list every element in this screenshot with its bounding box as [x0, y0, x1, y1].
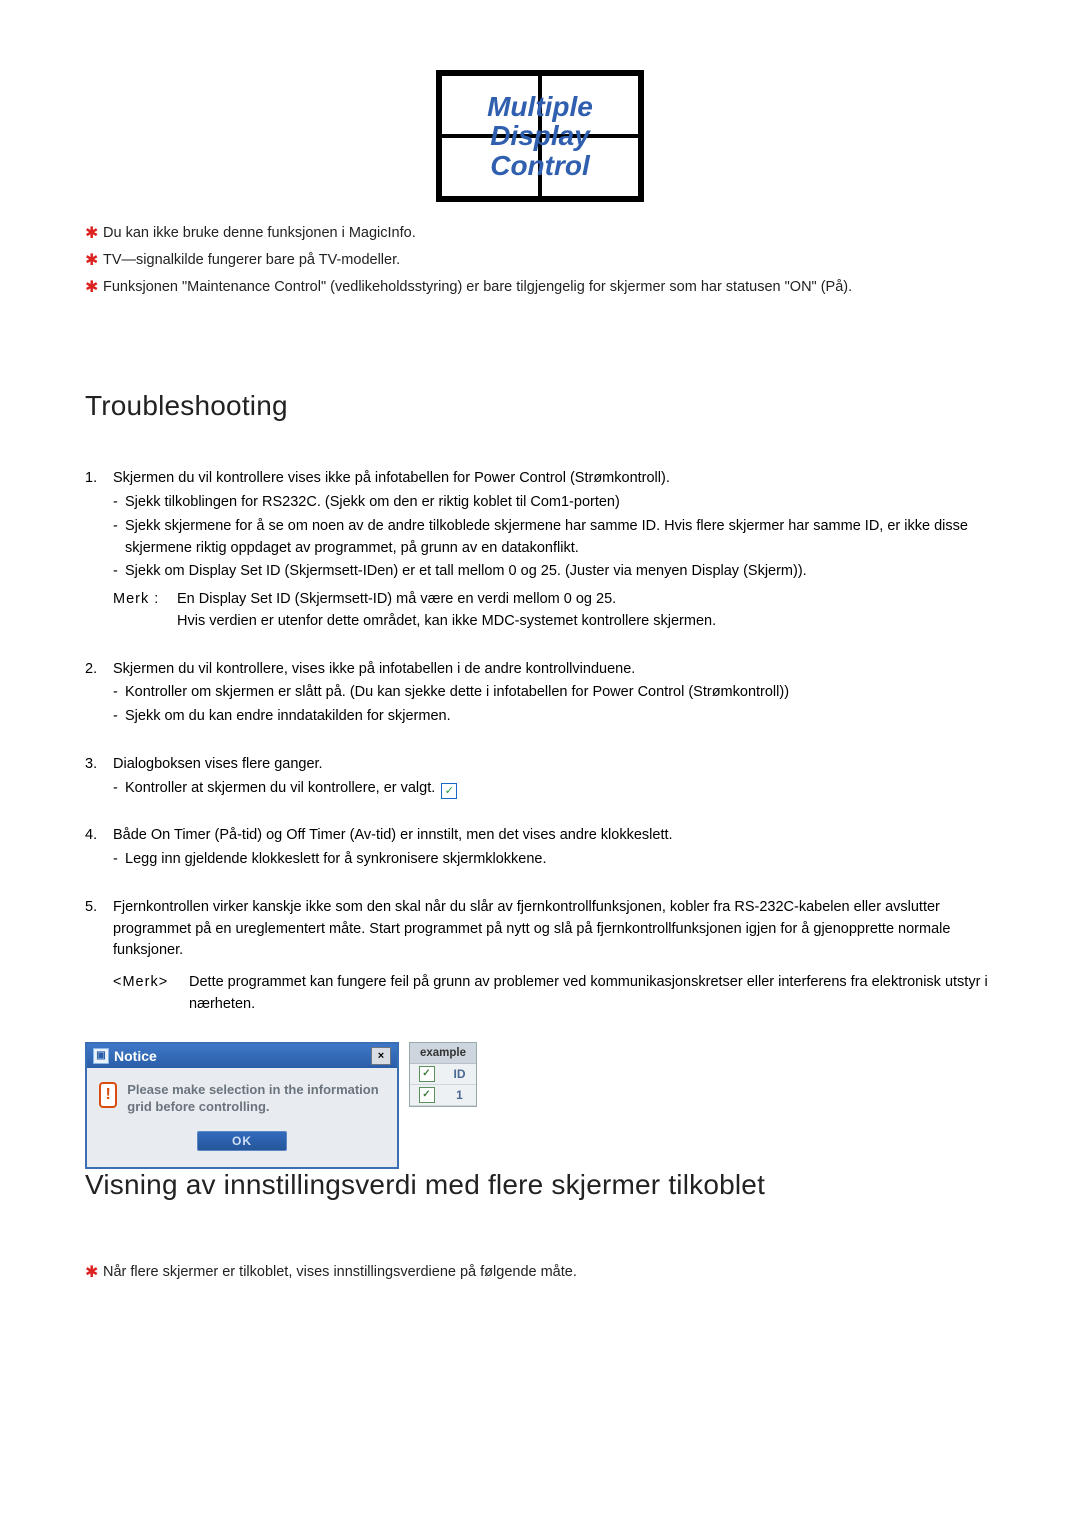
close-button[interactable]: × [371, 1047, 391, 1065]
sub-text: Sjekk tilkoblingen for RS232C. (Sjekk om… [125, 492, 620, 514]
dialog-message: Please make selection in the information… [127, 1082, 385, 1116]
star-text: Du kan ikke bruke denne funksjonen i Mag… [103, 222, 995, 247]
item-number: 2. [85, 659, 113, 728]
dash-icon: - [113, 516, 125, 560]
sub-point: -Sjekk tilkoblingen for RS232C. (Sjekk o… [113, 492, 995, 514]
item-number: 5. [85, 897, 113, 1016]
star-icon: ✱ [85, 276, 103, 301]
list-item: 5. Fjernkontrollen virker kanskje ikke s… [85, 897, 995, 1016]
sub-text-inner: Kontroller at skjermen du vil kontroller… [125, 780, 435, 796]
heading-troubleshooting: Troubleshooting [85, 390, 995, 422]
logo-cell [440, 136, 540, 198]
star-text: Funksjonen "Maintenance Control" (vedlik… [103, 276, 995, 301]
item-lead: Fjernkontrollen virker kanskje ikke som … [113, 897, 995, 962]
star-text: Når flere skjermer er tilkoblet, vises i… [103, 1261, 995, 1286]
logo-grid: Multiple Display Control [436, 70, 644, 202]
merk-row: Merk : En Display Set ID (Skjermsett-ID)… [113, 589, 995, 633]
document-page: Multiple Display Control ✱ Du kan ikke b… [0, 0, 1080, 1436]
item-lead: Skjermen du vil kontrollere vises ikke p… [113, 468, 995, 490]
sub-text: Sjekk om du kan endre inndatakilden for … [125, 706, 451, 728]
list-item: 2. Skjermen du vil kontrollere, vises ik… [85, 659, 995, 728]
item-lead: Dialogboksen vises flere ganger. [113, 754, 995, 776]
app-icon: ▣ [93, 1048, 109, 1064]
side-panel-head: example [410, 1043, 476, 1064]
dash-icon: - [113, 561, 125, 583]
item-number: 3. [85, 754, 113, 800]
side-panel-data-row: ✓ 1 [410, 1085, 476, 1106]
note-label: <Merk> [113, 972, 189, 1016]
item-body: Skjermen du vil kontrollere, vises ikke … [113, 659, 995, 728]
ok-button[interactable]: OK [197, 1131, 287, 1151]
sub-point: -Sjekk om Display Set ID (Skjermsett-IDe… [113, 561, 995, 583]
sub-text: Sjekk skjermene for å se om noen av de a… [125, 516, 995, 560]
star-item: ✱ Du kan ikke bruke denne funksjonen i M… [85, 222, 995, 247]
numbered-list: 1. Skjermen du vil kontrollere vises ikk… [85, 468, 995, 1015]
logo-cell [540, 136, 640, 198]
example-side-panel: example ✓ ID ✓ 1 [409, 1042, 477, 1107]
logo-cell [440, 74, 540, 136]
item-body: Fjernkontrollen virker kanskje ikke som … [113, 897, 995, 1016]
sub-point: -Kontroller om skjermen er slått på. (Du… [113, 682, 995, 704]
sub-point: -Sjekk om du kan endre inndatakilden for… [113, 706, 995, 728]
dialog-titlebar: ▣ Notice × [87, 1044, 397, 1068]
header-id-cell: ID [443, 1067, 476, 1081]
notice-dialog: ▣ Notice × ! Please make selection in th… [85, 1042, 399, 1170]
sub-point: -Sjekk skjermene for å se om noen av de … [113, 516, 995, 560]
star-icon: ✱ [85, 1261, 103, 1286]
dash-icon: - [113, 492, 125, 514]
heading-display-settings: Visning av innstillingsverdi med flere s… [85, 1169, 995, 1201]
bottom-star-list: ✱ Når flere skjermer er tilkoblet, vises… [85, 1261, 995, 1286]
star-text: TV—signalkilde fungerer bare på TV-model… [103, 249, 995, 274]
item-lead: Både On Timer (På-tid) og Off Timer (Av-… [113, 825, 995, 847]
star-item: ✱ Når flere skjermer er tilkoblet, vises… [85, 1261, 995, 1286]
row-check-cell: ✓ [410, 1087, 443, 1103]
side-panel-header-row: ✓ ID [410, 1064, 476, 1085]
sub-text: Legg inn gjeldende klokkeslett for å syn… [125, 849, 547, 871]
logo-wrap: Multiple Display Control [85, 70, 995, 202]
item-body: Dialogboksen vises flere ganger. - Kontr… [113, 754, 995, 800]
list-item: 3. Dialogboksen vises flere ganger. - Ko… [85, 754, 995, 800]
list-item: 1. Skjermen du vil kontrollere vises ikk… [85, 468, 995, 632]
item-number: 1. [85, 468, 113, 632]
sub-text: Sjekk om Display Set ID (Skjermsett-IDen… [125, 561, 807, 583]
note-text: Dette programmet kan fungere feil på gru… [189, 972, 995, 1016]
checkbox-icon: ✓ [441, 783, 457, 799]
dash-icon: - [113, 682, 125, 704]
item-number: 4. [85, 825, 113, 871]
logo-cell [540, 74, 640, 136]
star-icon: ✱ [85, 249, 103, 274]
sub-text: Kontroller at skjermen du vil kontroller… [125, 778, 457, 800]
sub-point: - Kontroller at skjermen du vil kontroll… [113, 778, 995, 800]
dialog-body: ! Please make selection in the informati… [87, 1068, 397, 1168]
dialog-title-left: ▣ Notice [93, 1048, 157, 1064]
sub-point: -Legg inn gjeldende klokkeslett for å sy… [113, 849, 995, 871]
item-body: Både On Timer (På-tid) og Off Timer (Av-… [113, 825, 995, 871]
item-lead: Skjermen du vil kontrollere, vises ikke … [113, 659, 995, 681]
star-item: ✱ Funksjonen "Maintenance Control" (vedl… [85, 276, 995, 301]
star-icon: ✱ [85, 222, 103, 247]
star-item: ✱ TV—signalkilde fungerer bare på TV-mod… [85, 249, 995, 274]
check-icon: ✓ [419, 1087, 435, 1103]
note-row: <Merk> Dette programmet kan fungere feil… [113, 972, 995, 1016]
check-icon: ✓ [419, 1066, 435, 1082]
item-body: Skjermen du vil kontrollere vises ikke p… [113, 468, 995, 632]
sub-text: Kontroller om skjermen er slått på. (Du … [125, 682, 789, 704]
warning-icon: ! [99, 1082, 117, 1108]
row-id-cell: 1 [443, 1088, 476, 1102]
dash-icon: - [113, 706, 125, 728]
merk-text: En Display Set ID (Skjermsett-ID) må vær… [177, 589, 995, 633]
dialog-title-text: Notice [114, 1048, 157, 1064]
dialog-content: ! Please make selection in the informati… [99, 1082, 385, 1116]
merk-label: Merk : [113, 589, 177, 633]
list-item: 4. Både On Timer (På-tid) og Off Timer (… [85, 825, 995, 871]
dash-icon: - [113, 778, 125, 800]
header-check-cell: ✓ [410, 1066, 443, 1082]
dash-icon: - [113, 849, 125, 871]
dialog-example-wrap: ▣ Notice × ! Please make selection in th… [85, 1042, 995, 1170]
top-star-list: ✱ Du kan ikke bruke denne funksjonen i M… [85, 222, 995, 300]
